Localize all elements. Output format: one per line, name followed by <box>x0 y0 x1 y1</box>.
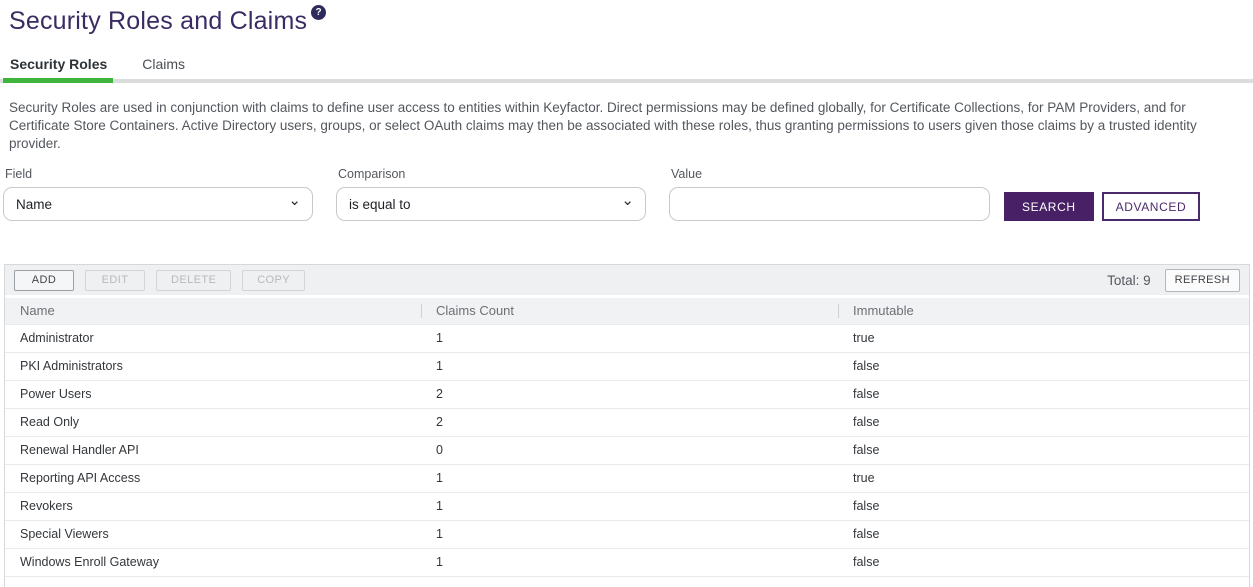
table-row[interactable]: PKI Administrators 1 false <box>5 352 1249 380</box>
claims-count-cell: 0 <box>421 436 838 464</box>
claims-count-cell: 1 <box>421 324 838 352</box>
tab-underline-track <box>0 78 1253 83</box>
roles-table-container: ADD EDIT DELETE COPY Total: 9 REFRESH Na… <box>4 264 1250 587</box>
column-header-claims-count[interactable]: Claims Count <box>421 298 838 324</box>
immutable-cell: false <box>838 380 1249 408</box>
search-button[interactable]: SEARCH <box>1004 192 1094 221</box>
field-label: Field <box>5 167 313 181</box>
table-row[interactable]: Read Only 2 false <box>5 408 1249 436</box>
table-header-row: Name Claims Count Immutable <box>5 298 1249 324</box>
edit-button[interactable]: EDIT <box>85 270 145 291</box>
table-row[interactable]: Revokers 1 false <box>5 492 1249 520</box>
claims-count-cell: 2 <box>421 380 838 408</box>
tab-security-roles[interactable]: Security Roles <box>3 56 114 73</box>
field-filter-group: Field Name ⌄ <box>3 167 313 221</box>
value-input-wrap <box>669 187 990 221</box>
column-header-name[interactable]: Name <box>5 298 421 324</box>
immutable-cell: false <box>838 436 1249 464</box>
role-name-cell: Revokers <box>5 492 421 520</box>
claims-count-cell: 1 <box>421 464 838 492</box>
field-select[interactable]: Name <box>3 187 313 221</box>
role-name-cell: PKI Administrators <box>5 352 421 380</box>
tab-underline-active <box>3 78 113 83</box>
filter-buttons: SEARCH ADVANCED <box>1004 192 1200 221</box>
toolbar-right: Total: 9 REFRESH <box>1107 269 1240 292</box>
claims-count-cell: 1 <box>421 520 838 548</box>
comparison-select[interactable]: is equal to <box>336 187 646 221</box>
page-description: Security Roles are used in conjunction w… <box>9 99 1244 153</box>
refresh-button[interactable]: REFRESH <box>1165 269 1240 292</box>
tab-claims[interactable]: Claims <box>135 56 192 73</box>
role-name-cell: Reporting API Access <box>5 464 421 492</box>
value-input[interactable] <box>669 187 990 221</box>
immutable-cell: false <box>838 548 1249 576</box>
comparison-select-wrap: is equal to ⌄ <box>336 187 646 221</box>
role-name-cell: Special Viewers <box>5 520 421 548</box>
total-count: Total: 9 <box>1107 273 1151 288</box>
help-icon[interactable]: ? <box>311 5 326 20</box>
claims-count-cell: 2 <box>421 408 838 436</box>
tab-underline-base <box>0 79 1253 83</box>
copy-button[interactable]: COPY <box>242 270 305 291</box>
search-filter-bar: Field Name ⌄ Comparison is equal to ⌄ Va… <box>3 167 1253 221</box>
tab-bar: Security Roles Claims <box>3 56 1253 73</box>
column-header-immutable[interactable]: Immutable <box>838 298 1249 324</box>
immutable-cell: false <box>838 408 1249 436</box>
table-row[interactable]: Special Viewers 1 false <box>5 520 1249 548</box>
roles-table: Name Claims Count Immutable Administrato… <box>5 298 1249 587</box>
advanced-button[interactable]: ADVANCED <box>1102 192 1201 221</box>
delete-button[interactable]: DELETE <box>156 270 231 291</box>
immutable-cell: false <box>838 352 1249 380</box>
value-label: Value <box>671 167 990 181</box>
page-title: Security Roles and Claims? <box>0 0 1253 35</box>
field-select-wrap: Name ⌄ <box>3 187 313 221</box>
security-roles-page: Security Roles and Claims? Security Role… <box>0 0 1253 587</box>
role-name-cell: Windows Enroll Gateway <box>5 548 421 576</box>
claims-count-cell: 1 <box>421 492 838 520</box>
roles-table-body: Administrator 1 true PKI Administrators … <box>5 324 1249 587</box>
table-row[interactable]: Reporting API Access 1 true <box>5 464 1249 492</box>
immutable-cell: false <box>838 492 1249 520</box>
table-row[interactable]: Windows Enroll Gateway 1 false <box>5 548 1249 576</box>
empty-row <box>5 576 1249 587</box>
roles-toolbar: ADD EDIT DELETE COPY Total: 9 REFRESH <box>5 265 1249 298</box>
comparison-label: Comparison <box>338 167 646 181</box>
page-title-text: Security Roles and Claims <box>9 7 307 35</box>
immutable-cell: false <box>838 520 1249 548</box>
claims-count-cell: 1 <box>421 352 838 380</box>
role-name-cell: Administrator <box>5 324 421 352</box>
table-row[interactable]: Renewal Handler API 0 false <box>5 436 1249 464</box>
immutable-cell: true <box>838 464 1249 492</box>
role-name-cell: Read Only <box>5 408 421 436</box>
claims-count-cell: 1 <box>421 548 838 576</box>
immutable-cell: true <box>838 324 1249 352</box>
comparison-filter-group: Comparison is equal to ⌄ <box>336 167 646 221</box>
table-row[interactable]: Administrator 1 true <box>5 324 1249 352</box>
table-row[interactable]: Power Users 2 false <box>5 380 1249 408</box>
role-name-cell: Power Users <box>5 380 421 408</box>
add-button[interactable]: ADD <box>14 270 74 291</box>
role-name-cell: Renewal Handler API <box>5 436 421 464</box>
value-filter-group: Value <box>669 167 990 221</box>
